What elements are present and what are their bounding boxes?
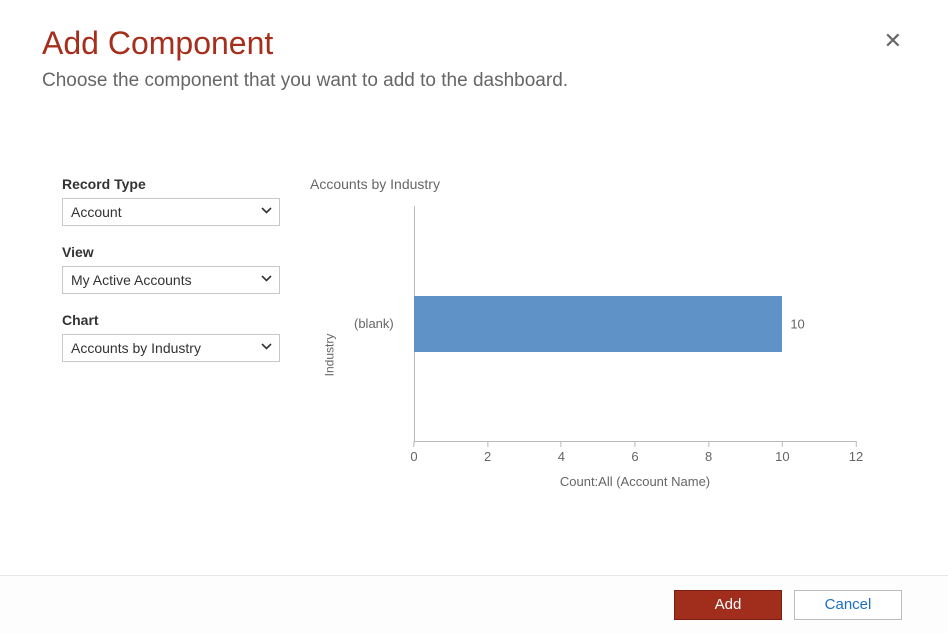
chart-area: Industry 10 024681012 (blank) Count:All …	[304, 200, 906, 510]
chevron-down-icon	[261, 207, 271, 217]
x-tick-mark	[487, 441, 488, 447]
add-button-label: Add	[715, 596, 742, 613]
x-tick: 12	[849, 441, 863, 464]
view-label: View	[62, 244, 280, 260]
x-tick: 0	[410, 441, 417, 464]
dialog-header: Add Component ✕	[42, 24, 906, 62]
x-tick-mark	[708, 441, 709, 447]
chart-group: Chart Accounts by Industry	[62, 312, 280, 362]
y-axis-label: Industry	[322, 334, 336, 377]
chart-title: Accounts by Industry	[310, 176, 906, 192]
x-tick-label: 12	[849, 449, 863, 464]
chart-label: Chart	[62, 312, 280, 328]
x-tick-label: 10	[775, 449, 789, 464]
x-tick: 2	[484, 441, 491, 464]
chart-value: Accounts by Industry	[71, 340, 261, 356]
dialog-subtitle: Choose the component that you want to ad…	[42, 70, 906, 92]
record-type-label: Record Type	[62, 176, 280, 192]
close-icon: ✕	[884, 28, 902, 53]
chart-bar: 10	[414, 296, 782, 352]
cancel-button-label: Cancel	[825, 596, 872, 613]
x-tick-label: 0	[410, 449, 417, 464]
view-value: My Active Accounts	[71, 272, 261, 288]
x-tick: 8	[705, 441, 712, 464]
x-tick-mark	[634, 441, 635, 447]
x-tick-mark	[413, 441, 414, 447]
add-button[interactable]: Add	[674, 590, 782, 620]
x-tick: 6	[631, 441, 638, 464]
x-tick-label: 8	[705, 449, 712, 464]
x-tick-label: 6	[631, 449, 638, 464]
record-type-group: Record Type Account	[62, 176, 280, 226]
form-column: Record Type Account View My Active Accou…	[42, 176, 280, 510]
x-tick: 10	[775, 441, 789, 464]
x-tick-label: 2	[484, 449, 491, 464]
x-ticks: 024681012	[414, 441, 856, 471]
bar-value-label: 10	[790, 317, 804, 332]
record-type-value: Account	[71, 204, 261, 220]
x-tick-mark	[782, 441, 783, 447]
view-group: View My Active Accounts	[62, 244, 280, 294]
dialog-content: Record Type Account View My Active Accou…	[42, 176, 906, 510]
x-axis-label: Count:All (Account Name)	[414, 474, 856, 489]
chart-select[interactable]: Accounts by Industry	[62, 334, 280, 362]
cancel-button[interactable]: Cancel	[794, 590, 902, 620]
chevron-down-icon	[261, 275, 271, 285]
chevron-down-icon	[261, 343, 271, 353]
x-tick-mark	[856, 441, 857, 447]
x-tick: 4	[558, 441, 565, 464]
dialog-title: Add Component	[42, 24, 273, 62]
x-tick-mark	[561, 441, 562, 447]
view-select[interactable]: My Active Accounts	[62, 266, 280, 294]
y-tick-label: (blank)	[354, 316, 394, 331]
add-component-dialog: Add Component ✕ Choose the component tha…	[0, 0, 948, 558]
plot-region: 10 024681012	[414, 206, 856, 442]
record-type-select[interactable]: Account	[62, 198, 280, 226]
dialog-footer: Add Cancel	[0, 575, 948, 633]
chart-preview: Accounts by Industry Industry 10 0246810…	[304, 176, 906, 510]
x-tick-label: 4	[558, 449, 565, 464]
close-button[interactable]: ✕	[880, 24, 906, 58]
